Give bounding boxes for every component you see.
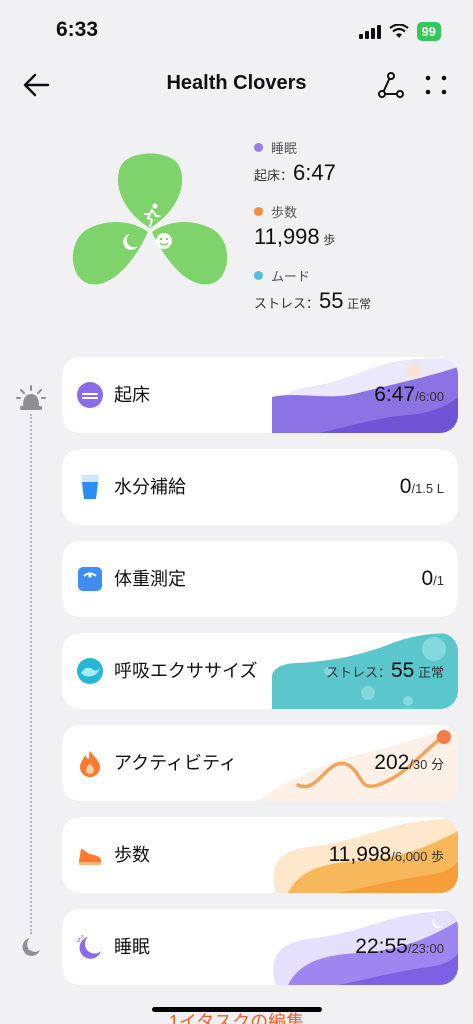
home-indicator — [152, 1007, 322, 1012]
task-card-steps[interactable]: 歩数 11,998/6,000 歩 — [62, 817, 458, 893]
task-label: 呼吸エクササイズ — [114, 661, 258, 681]
night-moon-icon: z — [22, 938, 40, 956]
stress-status: 正常 — [347, 297, 372, 311]
cellular-signal-icon — [358, 24, 381, 39]
task-progress: 0/1.5 L — [399, 475, 444, 498]
alarm-bell-icon — [16, 385, 46, 410]
task-card-sleep[interactable]: z z 睡眠 22:55/23:00 — [62, 909, 458, 985]
task-progress: 11,998/6,000 歩 — [328, 843, 444, 866]
wake-up-icon — [77, 382, 103, 408]
task-progress: 202/30 分 — [374, 751, 444, 774]
sleep-category: 睡眠 — [271, 140, 298, 156]
breathing-icon — [77, 658, 103, 684]
share-icon[interactable] — [376, 70, 406, 100]
task-progress: 22:55/23:00 — [355, 935, 444, 958]
stress-value: 55 — [319, 288, 344, 313]
steps-category: 歩数 — [271, 204, 298, 220]
task-card-wake-up[interactable]: 起床 6:47/6:00 — [62, 357, 458, 433]
health-clover-graphic[interactable] — [70, 148, 230, 298]
task-progress: 0/1 — [421, 567, 444, 590]
task-label: 水分補給 — [114, 477, 186, 497]
clover-leaf-top — [117, 153, 183, 228]
mood-category: ムード — [271, 268, 311, 284]
summary-steps[interactable]: 歩数 11,998 歩 — [254, 202, 464, 250]
task-label: 体重測定 — [114, 569, 186, 589]
task-progress: ストレス：55 正常 — [325, 659, 444, 682]
battery-indicator: 99 — [416, 22, 441, 41]
task-card-activity[interactable]: アクティビティ 202/30 分 — [62, 725, 458, 801]
flame-icon — [80, 751, 100, 777]
stress-prefix: ストレス： — [254, 296, 320, 311]
sleep-moon-icon: z z — [77, 934, 101, 959]
steps-value: 11,998 — [254, 224, 320, 249]
task-label: アクティビティ — [114, 753, 237, 773]
task-card-weight[interactable]: 体重測定 0/1 — [62, 541, 458, 617]
task-card-hydration[interactable]: 水分補給 0/1.5 L — [62, 449, 458, 525]
task-label: 睡眠 — [114, 937, 150, 957]
smiley-icon — [156, 233, 172, 249]
sleep-dot — [254, 142, 263, 152]
svg-text:z: z — [28, 945, 31, 952]
wake-time-value: 6:47 — [293, 160, 336, 185]
wake-prefix: 起床： — [254, 168, 294, 183]
app-header: Health Clovers — [0, 60, 473, 110]
svg-text:z: z — [81, 934, 84, 940]
steps-unit: 歩 — [323, 233, 336, 247]
task-card-breathing[interactable]: 呼吸エクササイズ ストレス：55 正常 — [62, 633, 458, 709]
scale-icon — [78, 567, 102, 591]
steps-dot — [254, 206, 263, 216]
sneaker-icon — [79, 849, 101, 865]
task-label: 歩数 — [114, 845, 150, 865]
clover-leaf-left — [72, 221, 148, 285]
status-time: 6:33 — [56, 18, 99, 41]
mood-dot — [254, 270, 263, 280]
clover-leaf-right — [152, 221, 228, 285]
wifi-icon — [388, 24, 409, 38]
status-bar: 6:33 99 — [0, 0, 473, 60]
more-options-icon[interactable] — [424, 70, 448, 100]
timeline-line — [30, 414, 32, 934]
water-cup-icon — [81, 475, 99, 499]
summary-mood[interactable]: ムード ストレス：55 正常 — [254, 266, 464, 314]
task-progress: 6:47/6:00 — [374, 383, 444, 406]
task-label: 起床 — [114, 385, 150, 405]
summary-sleep[interactable]: 睡眠 起床：6:47 — [254, 138, 464, 186]
